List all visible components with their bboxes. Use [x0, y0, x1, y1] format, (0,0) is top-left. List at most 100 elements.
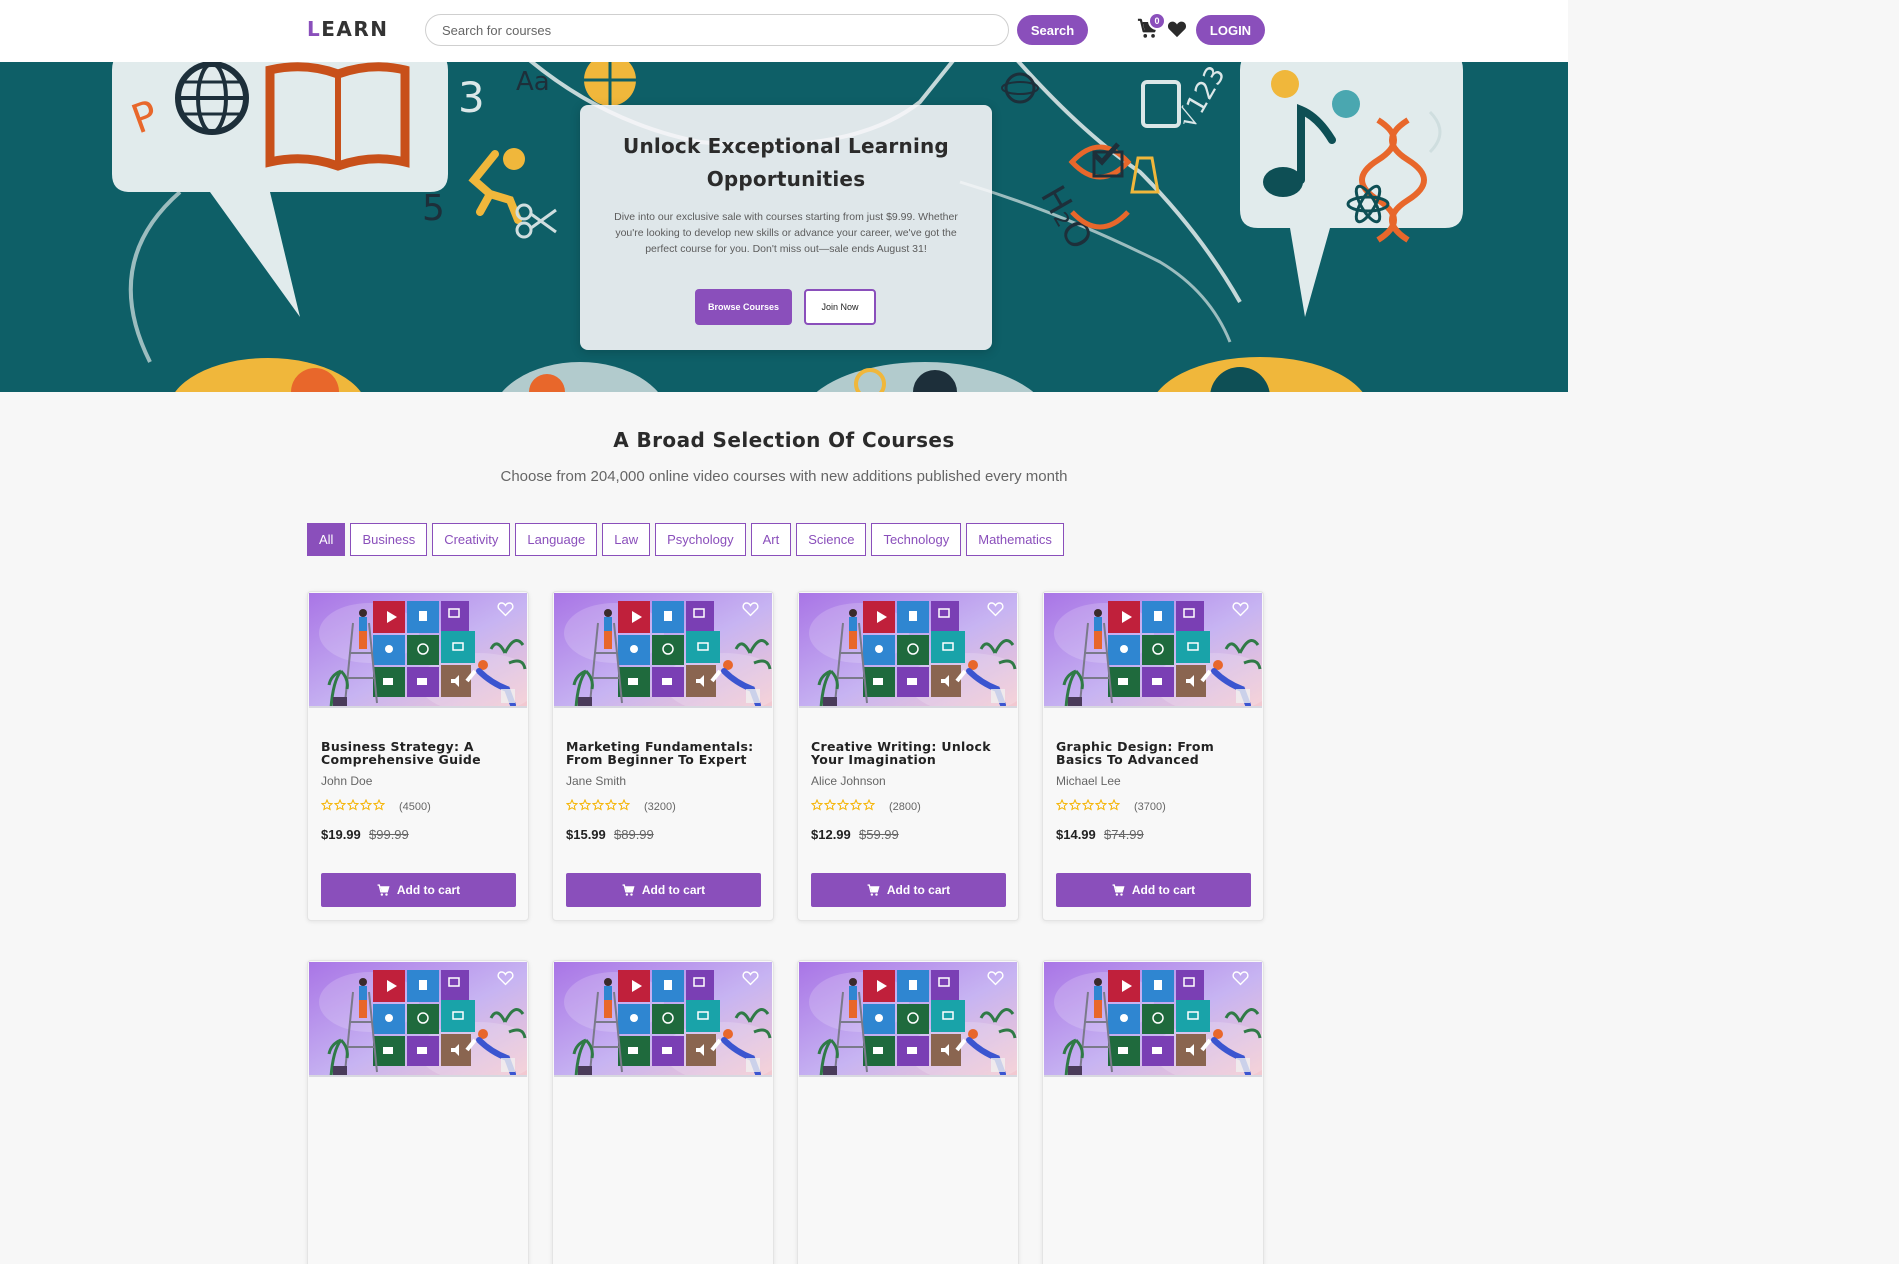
star-outline-icon: [863, 799, 875, 811]
current-price: $15.99: [566, 827, 606, 842]
star-outline-icon: [1056, 799, 1068, 811]
star-outline-icon: [1095, 799, 1107, 811]
star-outline-icon: [579, 799, 591, 811]
filter-creativity[interactable]: Creativity: [432, 523, 511, 556]
section-title: A Broad Selection Of Courses: [613, 428, 955, 452]
add-to-cart-button[interactable]: Add to cart: [1056, 873, 1251, 907]
review-count: (3700): [1134, 801, 1166, 813]
star-outline-icon: [321, 799, 333, 811]
original-price: $59.99: [859, 827, 899, 842]
filter-language[interactable]: Language: [515, 523, 598, 556]
wishlist-heart-icon[interactable]: [742, 601, 759, 617]
filter-technology[interactable]: Technology: [871, 523, 962, 556]
join-now-button[interactable]: Join Now: [804, 289, 876, 325]
course-card[interactable]: Business Strategy: A Comprehensive Guide…: [307, 591, 529, 921]
star-outline-icon: [592, 799, 604, 811]
course-author: Michael Lee: [1056, 774, 1121, 788]
star-outline-icon: [618, 799, 630, 811]
star-outline-icon: [824, 799, 836, 811]
course-card[interactable]: [1042, 960, 1264, 1264]
course-card[interactable]: Creative Writing: Unlock Your Imaginatio…: [797, 591, 1019, 921]
course-author: John Doe: [321, 774, 373, 788]
hero-title: Unlock Exceptional Learning Opportunitie…: [623, 134, 949, 191]
course-card[interactable]: Graphic Design: From Basics To Advanced …: [1042, 591, 1264, 921]
course-thumbnail: [554, 593, 772, 708]
filter-art[interactable]: Art: [750, 523, 792, 556]
star-outline-icon: [837, 799, 849, 811]
rating-stars: [1056, 799, 1120, 813]
rating-stars: [566, 799, 630, 813]
wishlist-heart-icon[interactable]: [1232, 601, 1249, 617]
svg-text:√123: √123: [1173, 62, 1232, 133]
course-card[interactable]: [797, 960, 1019, 1264]
search-button[interactable]: Search: [1017, 15, 1088, 45]
wishlist-heart-icon[interactable]: [742, 970, 759, 986]
course-thumbnail: [799, 962, 1017, 1077]
original-price: $99.99: [369, 827, 409, 842]
course-title[interactable]: Marketing Fundamentals: From Beginner To…: [566, 740, 766, 766]
logo[interactable]: LEARN: [307, 17, 389, 41]
star-outline-icon: [811, 799, 823, 811]
course-thumbnail: [554, 962, 772, 1077]
star-outline-icon: [605, 799, 617, 811]
add-to-cart-button[interactable]: Add to cart: [566, 873, 761, 907]
cart-icon: [622, 883, 635, 896]
logo-first-letter: L: [307, 17, 322, 41]
course-thumbnail: [309, 593, 527, 708]
category-filter-bar: All Business Creativity Language Law Psycholo…: [307, 523, 1064, 556]
star-outline-icon: [373, 799, 385, 811]
hero-description: Dive into our exclusive sale with course…: [614, 211, 958, 256]
hero-promo-card: Unlock Exceptional Learning Opportunitie…: [580, 105, 992, 350]
wishlist-heart-icon[interactable]: [497, 601, 514, 617]
star-outline-icon: [850, 799, 862, 811]
course-card[interactable]: [552, 960, 774, 1264]
cart-icon: [867, 883, 880, 896]
course-thumbnail: [309, 962, 527, 1077]
star-outline-icon: [1108, 799, 1120, 811]
review-count: (3200): [644, 801, 676, 813]
current-price: $14.99: [1056, 827, 1096, 842]
filter-psychology[interactable]: Psychology: [655, 523, 746, 556]
section-subtitle: Choose from 204,000 online video courses…: [500, 468, 1068, 485]
wishlist-heart-icon[interactable]: [1232, 970, 1249, 986]
add-to-cart-label: Add to cart: [641, 883, 706, 897]
course-thumbnail: [799, 593, 1017, 708]
browse-courses-button[interactable]: Browse Courses: [695, 289, 792, 325]
course-card[interactable]: [307, 960, 529, 1264]
wishlist-heart-icon[interactable]: [987, 601, 1004, 617]
add-to-cart-button[interactable]: Add to cart: [811, 873, 1006, 907]
filter-all[interactable]: All: [307, 523, 346, 556]
course-author: Jane Smith: [566, 774, 627, 788]
course-author: Alice Johnson: [811, 774, 886, 788]
wishlist-heart-icon[interactable]: [987, 970, 1004, 986]
svg-text:H₂O: H₂O: [1032, 179, 1100, 256]
rating-stars: [811, 799, 875, 813]
logo-text: EARN: [321, 17, 389, 41]
star-outline-icon: [1069, 799, 1081, 811]
add-to-cart-button[interactable]: Add to cart: [321, 873, 516, 907]
course-title[interactable]: Creative Writing: Unlock Your Imaginatio…: [811, 740, 1011, 766]
login-button[interactable]: LOGIN: [1196, 15, 1265, 45]
svg-text:3: 3: [458, 73, 485, 122]
course-title[interactable]: Business Strategy: A Comprehensive Guide: [321, 740, 521, 766]
course-card[interactable]: Marketing Fundamentals: From Beginner To…: [552, 591, 774, 921]
filter-business[interactable]: Business: [350, 523, 428, 556]
course-title[interactable]: Graphic Design: From Basics To Advanced: [1056, 740, 1256, 766]
review-count: (2800): [889, 801, 921, 813]
star-outline-icon: [347, 799, 359, 811]
add-to-cart-label: Add to cart: [886, 883, 951, 897]
filter-science[interactable]: Science: [796, 523, 867, 556]
wishlist-heart-icon[interactable]: [497, 970, 514, 986]
add-to-cart-label: Add to cart: [396, 883, 461, 897]
filter-mathematics[interactable]: Mathematics: [966, 523, 1064, 556]
heart-icon[interactable]: [1167, 20, 1187, 38]
svg-text:5: 5: [422, 188, 445, 229]
cart-icon: [1112, 883, 1125, 896]
cart-count-badge: 0: [1148, 12, 1166, 30]
search-input[interactable]: [425, 14, 1009, 46]
course-thumbnail: [1044, 593, 1262, 708]
filter-law[interactable]: Law: [602, 523, 651, 556]
svg-text:Aa: Aa: [516, 67, 550, 97]
star-outline-icon: [566, 799, 578, 811]
rating-stars: [321, 799, 385, 813]
